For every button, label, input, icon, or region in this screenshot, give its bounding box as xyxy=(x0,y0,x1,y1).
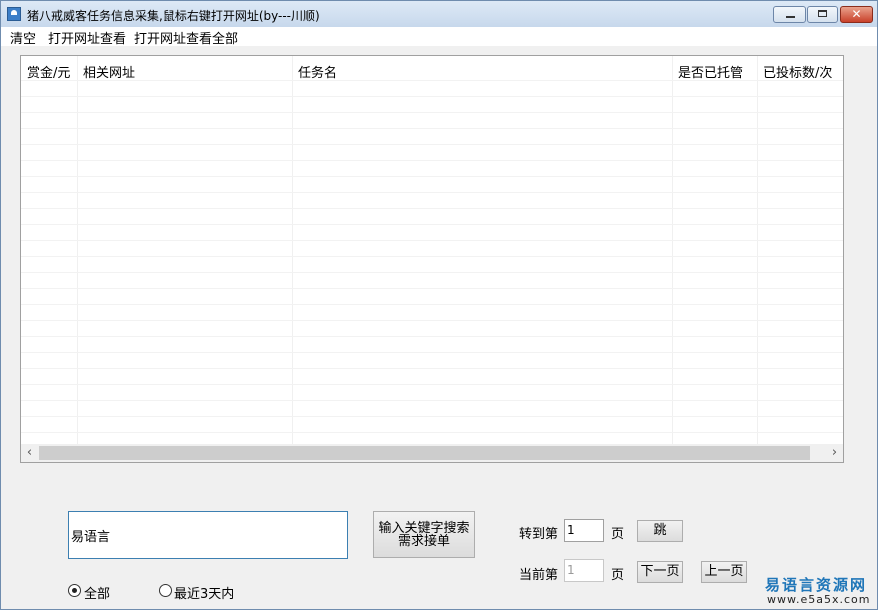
radio-recent-3-days[interactable] xyxy=(159,584,172,597)
row-divider xyxy=(21,368,843,369)
menu-open-all-urls[interactable]: 打开网址查看全部 xyxy=(134,28,238,47)
row-divider xyxy=(21,288,843,289)
watermark-title: 易语言资源网 xyxy=(765,576,868,594)
row-divider xyxy=(21,224,843,225)
menu-bar: 清空 打开网址查看 打开网址查看全部 xyxy=(1,27,877,47)
column-header-task-name[interactable]: 任务名 xyxy=(298,62,337,81)
row-divider xyxy=(21,400,843,401)
radio-all-label[interactable]: 全部 xyxy=(84,583,110,602)
radio-all[interactable] xyxy=(68,584,81,597)
row-divider xyxy=(21,160,843,161)
menu-clear[interactable]: 清空 xyxy=(10,28,36,47)
row-divider xyxy=(21,256,843,257)
watermark-url: www.e5a5x.com xyxy=(767,593,871,606)
main-window: 猪八戒威客任务信息采集,鼠标右键打开网址(by---川顺) ✕ 清空 打开网址查… xyxy=(0,0,878,610)
maximize-button[interactable] xyxy=(807,6,838,23)
row-divider xyxy=(21,128,843,129)
row-divider xyxy=(21,192,843,193)
row-divider xyxy=(21,320,843,321)
minimize-button[interactable] xyxy=(773,6,806,23)
prev-page-button[interactable]: 上一页 xyxy=(701,561,747,583)
column-divider xyxy=(77,56,78,444)
row-divider xyxy=(21,416,843,417)
row-divider xyxy=(21,80,843,81)
column-header-url[interactable]: 相关网址 xyxy=(83,62,135,81)
row-divider xyxy=(21,240,843,241)
maximize-icon xyxy=(818,10,827,17)
scrollbar-thumb[interactable] xyxy=(39,446,810,460)
goto-page-unit: 页 xyxy=(611,527,625,542)
row-divider xyxy=(21,208,843,209)
row-divider xyxy=(21,432,843,433)
row-divider xyxy=(21,272,843,273)
radio-recent-3-days-label[interactable]: 最近3天内 xyxy=(174,583,234,602)
row-divider xyxy=(21,384,843,385)
next-page-button[interactable]: 下一页 xyxy=(637,561,683,583)
column-header-hosted[interactable]: 是否已托管 xyxy=(678,62,743,81)
row-divider xyxy=(21,144,843,145)
row-divider xyxy=(21,304,843,305)
row-divider xyxy=(21,176,843,177)
scroll-left-icon[interactable]: ‹ xyxy=(21,444,38,462)
search-button[interactable]: 输入关键字搜索需求接单 xyxy=(373,511,475,558)
row-divider xyxy=(21,352,843,353)
goto-page-label: 转到第 xyxy=(519,527,559,542)
goto-page-input[interactable]: 1 xyxy=(564,519,604,542)
current-page-unit: 页 xyxy=(611,568,625,583)
task-table[interactable]: 赏金/元 相关网址 任务名 是否已托管 已投标数/次 ‹ › xyxy=(20,55,844,463)
window-title: 猪八戒威客任务信息采集,鼠标右键打开网址(by---川顺) xyxy=(27,9,320,23)
column-header-reward[interactable]: 赏金/元 xyxy=(27,62,70,81)
current-page-field: 1 xyxy=(564,559,604,582)
current-page-label: 当前第 xyxy=(519,568,559,583)
keyword-input[interactable]: 易语言 xyxy=(68,511,348,559)
horizontal-scrollbar[interactable]: ‹ › xyxy=(21,444,843,462)
row-divider xyxy=(21,96,843,97)
close-icon: ✕ xyxy=(851,7,862,21)
app-icon xyxy=(7,7,21,21)
menu-open-url[interactable]: 打开网址查看 xyxy=(48,28,126,47)
close-button[interactable]: ✕ xyxy=(840,6,873,23)
title-bar[interactable]: 猪八戒威客任务信息采集,鼠标右键打开网址(by---川顺) ✕ xyxy=(1,1,877,27)
minimize-icon xyxy=(786,16,795,18)
column-divider xyxy=(757,56,758,444)
scroll-right-icon[interactable]: › xyxy=(826,444,843,462)
column-header-bid-count[interactable]: 已投标数/次 xyxy=(763,62,832,81)
column-divider xyxy=(292,56,293,444)
row-divider xyxy=(21,336,843,337)
column-divider xyxy=(672,56,673,444)
row-divider xyxy=(21,112,843,113)
jump-button[interactable]: 跳 xyxy=(637,520,683,542)
